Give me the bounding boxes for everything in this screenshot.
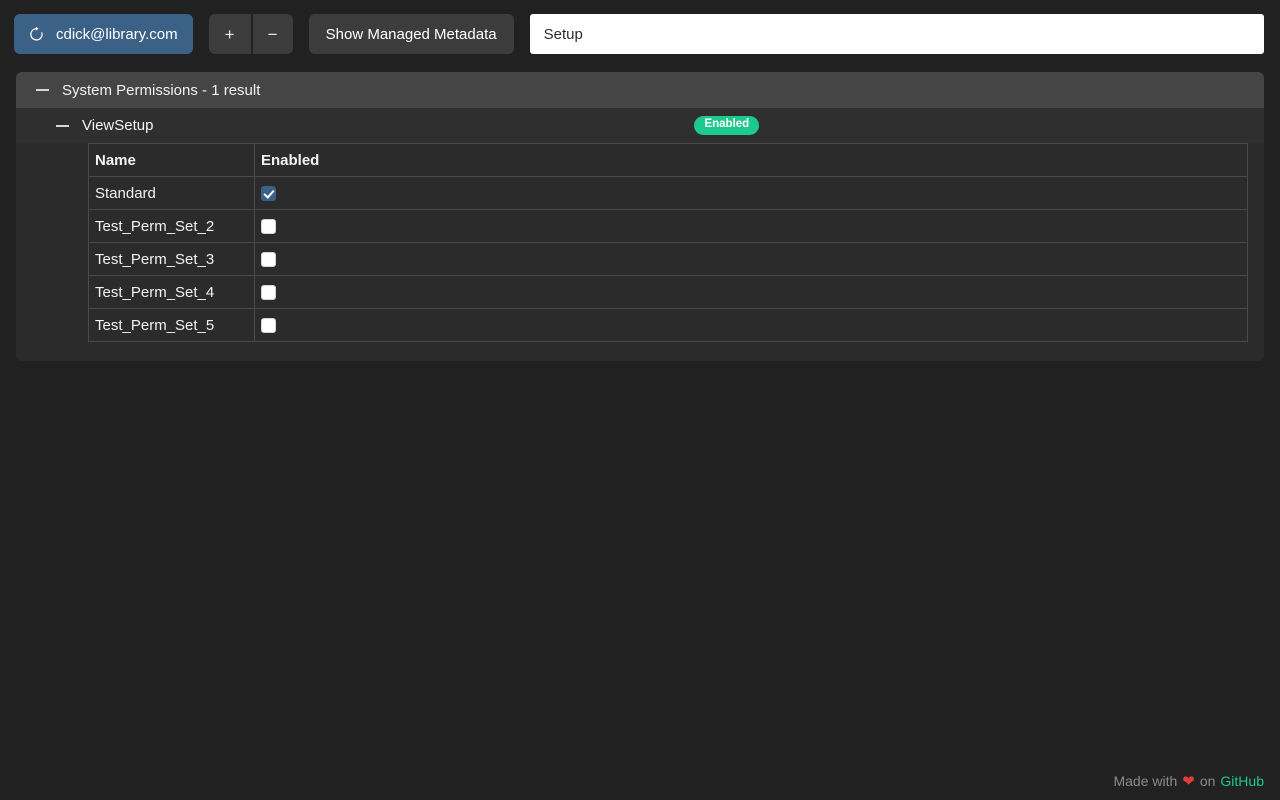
cell-permission-set-name: Test_Perm_Set_4	[88, 275, 255, 309]
cell-permission-set-name: Test_Perm_Set_2	[88, 209, 255, 243]
cell-permission-set-name: Test_Perm_Set_5	[88, 308, 255, 342]
heart-icon: ❤	[1182, 773, 1195, 790]
table-row: Test_Perm_Set_3	[88, 242, 1248, 276]
table-row: Standard	[88, 176, 1248, 210]
panel-title: System Permissions - 1 result	[62, 81, 261, 99]
panel-header[interactable]: System Permissions - 1 result	[16, 72, 1264, 108]
cell-permission-set-name: Test_Perm_Set_3	[88, 242, 255, 276]
enabled-checkbox[interactable]	[261, 185, 276, 201]
footer-on-label: on	[1199, 773, 1216, 789]
enabled-checkbox[interactable]	[261, 317, 276, 333]
user-account-label: cdick@library.com	[56, 25, 178, 43]
table-row: Test_Perm_Set_2	[88, 209, 1248, 243]
show-managed-metadata-button[interactable]: Show Managed Metadata	[308, 14, 514, 54]
enabled-checkbox[interactable]	[261, 284, 276, 300]
app-root: cdick@library.com + − Show Managed Metad…	[0, 0, 1280, 800]
enabled-checkbox[interactable]	[261, 218, 276, 234]
decrease-button[interactable]: −	[250, 14, 293, 54]
minus-icon[interactable]	[36, 89, 49, 91]
system-permissions-panel: System Permissions - 1 result ViewSetup …	[16, 72, 1264, 361]
search-input[interactable]	[529, 14, 1264, 54]
enabled-checkbox[interactable]	[261, 251, 276, 267]
column-header-name: Name	[88, 143, 255, 177]
table-head: Name Enabled	[88, 143, 1248, 177]
cell-enabled	[254, 275, 1248, 309]
cell-enabled	[254, 242, 1248, 276]
minus-icon[interactable]	[56, 124, 69, 127]
status-badge: Enabled	[694, 116, 760, 135]
permission-table-wrapper: Name Enabled Standard Test_Perm_Set_2 Test…	[16, 143, 1264, 361]
footer-made-with-label: Made with	[1113, 773, 1178, 789]
cell-permission-set-name: Standard	[88, 176, 255, 210]
permission-sets-table: Name Enabled Standard Test_Perm_Set_2 Test…	[88, 143, 1248, 342]
github-link[interactable]: GitHub	[1220, 773, 1264, 789]
permission-group-row[interactable]: ViewSetup Enabled	[16, 108, 1264, 143]
table-row: Test_Perm_Set_4	[88, 275, 1248, 309]
zoom-button-group: + −	[208, 14, 293, 54]
increase-button[interactable]: +	[208, 14, 251, 54]
footer: Made with ❤ on GitHub	[1113, 772, 1264, 790]
search-field-wrapper	[529, 14, 1264, 54]
column-header-enabled: Enabled	[254, 143, 1248, 177]
table-header-row: Name Enabled	[88, 143, 1248, 177]
user-account-button[interactable]: cdick@library.com	[14, 14, 193, 54]
table-row: Test_Perm_Set_5	[88, 308, 1248, 342]
cell-enabled	[254, 209, 1248, 243]
table-body: Standard Test_Perm_Set_2 Test_Perm_Set_3 Te…	[88, 176, 1248, 342]
cell-enabled	[254, 308, 1248, 342]
refresh-icon	[28, 26, 45, 43]
top-toolbar: cdick@library.com + − Show Managed Metad…	[0, 0, 1280, 54]
permission-group-label: ViewSetup	[82, 117, 154, 134]
cell-enabled	[254, 176, 1248, 210]
